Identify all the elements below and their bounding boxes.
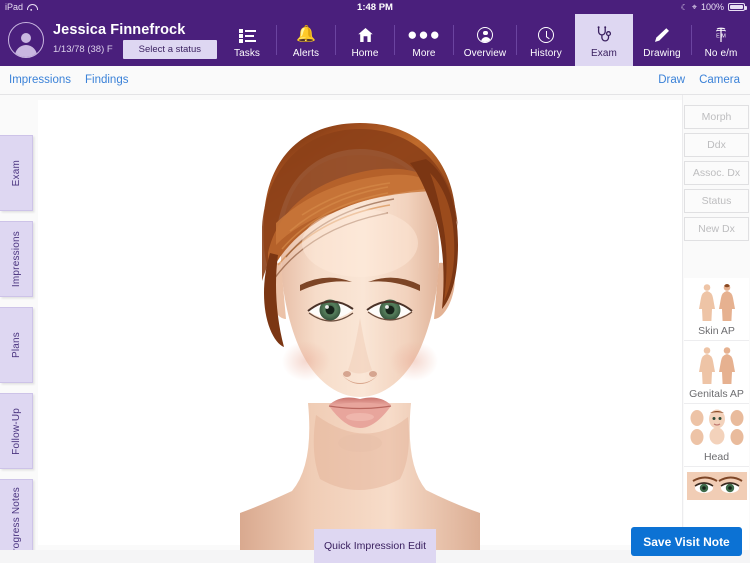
nav-exam-label: Exam (591, 47, 617, 59)
nav-overview-label: Overview (463, 47, 507, 59)
user-avatar-icon (13, 31, 39, 57)
patient-name: Jessica Finnefrock (53, 21, 186, 38)
sub-link-findings[interactable]: Findings (85, 74, 128, 86)
sidebar-tab-follow-up[interactable]: Follow-Up (0, 393, 33, 469)
avatar-3d-model[interactable] (190, 103, 530, 558)
caduceus-em-icon: E M (712, 26, 730, 45)
sub-navigation-bar: Impressions Findings Draw Camera (0, 66, 750, 95)
thumbnail-genitals-ap-label: Genitals AP (689, 388, 744, 400)
home-icon (357, 26, 374, 45)
nav-history[interactable]: History (517, 14, 575, 66)
nav-alerts[interactable]: 🔔 Alerts (277, 14, 335, 66)
bell-icon: 🔔 (296, 26, 316, 43)
nav-drawing[interactable]: Drawing (633, 14, 691, 66)
quick-impression-edit-button[interactable]: Quick Impression Edit (314, 529, 436, 563)
select-status-button[interactable]: Select a status (122, 39, 217, 59)
nav-more[interactable]: ●●● More (395, 14, 453, 66)
ddx-button[interactable]: Ddx (684, 133, 749, 157)
nav-history-label: History (530, 47, 562, 59)
ios-status-bar: iPad 1:48 PM ☾ ⌖ 100% (0, 0, 750, 14)
sub-nav-left: Impressions Findings (0, 74, 128, 86)
ellipsis-icon: ●●● (407, 25, 441, 44)
nav-exam[interactable]: Exam (575, 14, 633, 66)
main-nav: Tasks 🔔 Alerts Home ●●● More Overview Hi… (218, 14, 750, 66)
head-views-grid-icon (688, 408, 746, 450)
exam-stage: Exam Impressions Plans Follow-Up Progres… (0, 95, 750, 563)
body-region-thumbnail-list[interactable]: Skin AP Genitals AP Head (684, 278, 749, 563)
morph-button[interactable]: Morph (684, 105, 749, 129)
new-dx-button[interactable]: New Dx (684, 217, 749, 241)
nav-tasks[interactable]: Tasks (218, 14, 276, 66)
two-full-body-figures-icon (694, 345, 740, 387)
left-tab-rail: Exam Impressions Plans Follow-Up Progres… (0, 135, 33, 563)
app-header: Jessica Finnefrock 1/13/78 (38) F Select… (0, 14, 750, 66)
thumbnail-genitals-ap[interactable]: Genitals AP (684, 341, 749, 404)
nav-more-label: More (412, 47, 436, 59)
pencil-icon (653, 26, 671, 45)
right-tool-panel: Morph Ddx Assoc. Dx Status New Dx Skin A… (682, 95, 750, 563)
clock-icon (538, 26, 554, 45)
thumbnail-skin-ap-label: Skin AP (698, 325, 735, 337)
sidebar-tab-plans[interactable]: Plans (0, 307, 33, 383)
avatar-canvas[interactable] (38, 100, 682, 558)
nav-tasks-label: Tasks (233, 47, 261, 59)
sidebar-tab-exam-label: Exam (10, 159, 22, 187)
two-full-body-figures-icon (694, 282, 740, 324)
thumbnail-head[interactable]: Head (684, 404, 749, 467)
patient-dob: 1/13/78 (38) F (53, 43, 113, 55)
patient-meta-row: 1/13/78 (38) F Select a status (53, 39, 217, 59)
nav-alerts-label: Alerts (292, 47, 320, 59)
eyes-closeup-icon (686, 471, 747, 501)
thumbnail-head-label: Head (703, 451, 730, 463)
sub-link-impressions[interactable]: Impressions (9, 74, 71, 86)
nav-overview[interactable]: Overview (454, 14, 516, 66)
status-button[interactable]: Status (684, 189, 749, 213)
patient-info: Jessica Finnefrock 1/13/78 (38) F Select… (53, 22, 217, 59)
svg-text:E M: E M (716, 34, 726, 40)
sidebar-tab-plans-label: Plans (10, 331, 22, 358)
thumbnail-skin-ap[interactable]: Skin AP (684, 278, 749, 341)
avatar (8, 22, 44, 58)
sub-link-camera[interactable]: Camera (699, 74, 740, 86)
sidebar-tab-follow-up-label: Follow-Up (10, 407, 22, 455)
sidebar-tab-exam[interactable]: Exam (0, 135, 33, 211)
nav-no-em-label: No e/m (704, 47, 738, 59)
sidebar-tab-impressions-label: Impressions (10, 230, 22, 288)
sidebar-tab-progress-notes-label: Progress Notes (10, 487, 22, 559)
assoc-dx-button[interactable]: Assoc. Dx (684, 161, 749, 185)
tasks-list-icon (238, 26, 256, 45)
stethoscope-icon (595, 26, 613, 45)
sub-nav-right: Draw Camera (658, 74, 750, 86)
status-bar-clock: 1:48 PM (357, 1, 393, 13)
patient-banner[interactable]: Jessica Finnefrock 1/13/78 (38) F Select… (0, 14, 217, 66)
nav-no-em[interactable]: E M No e/m (692, 14, 750, 66)
battery-full-icon (728, 3, 747, 11)
sidebar-tab-impressions[interactable]: Impressions (0, 221, 33, 297)
nav-home-label: Home (351, 47, 379, 59)
save-visit-note-button[interactable]: Save Visit Note (631, 527, 742, 556)
nav-drawing-label: Drawing (643, 47, 681, 59)
sub-link-draw[interactable]: Draw (658, 74, 685, 86)
thumbnail-eyes[interactable] (684, 467, 749, 505)
app-root: iPad 1:48 PM ☾ ⌖ 100% Jessica Finnefrock… (0, 0, 750, 563)
person-circle-icon (477, 26, 493, 45)
nav-home[interactable]: Home (336, 14, 394, 66)
